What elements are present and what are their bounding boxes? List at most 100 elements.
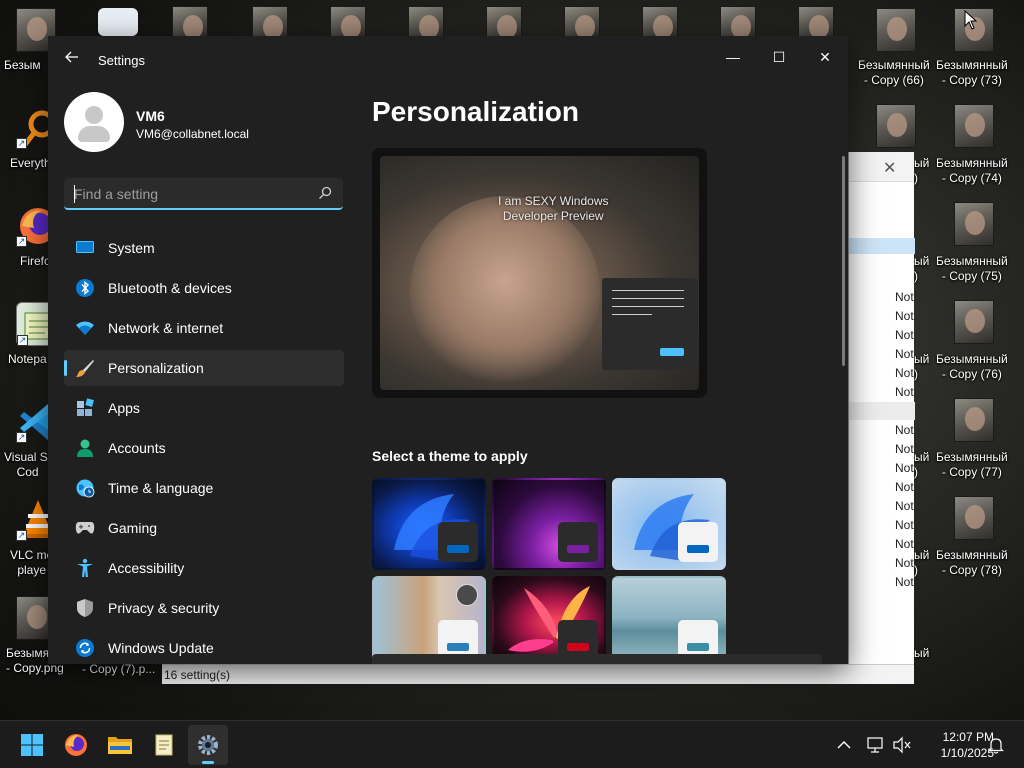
close-button[interactable]: ✕: [802, 42, 848, 72]
theme-windows-dark-bloom[interactable]: [372, 478, 486, 570]
theme-accent-bar: [567, 545, 589, 553]
nav-item-windows-update[interactable]: Windows Update: [64, 630, 344, 664]
gamepad-icon: [74, 517, 96, 539]
taskbar-firefox[interactable]: [56, 725, 96, 765]
notifications-button[interactable]: [984, 733, 1008, 757]
back-arrow-icon: [65, 51, 78, 63]
avatar-body-icon: [78, 126, 110, 142]
desktop-image-thumbnail[interactable]: [252, 6, 288, 39]
list-item[interactable]: Not: [895, 575, 914, 589]
nav-item-time-language[interactable]: Time & language: [64, 470, 344, 506]
list-item[interactable]: Not: [895, 328, 914, 342]
network-disconnected-icon: [867, 737, 883, 753]
shortcut-arrow-icon: ↗: [16, 530, 27, 541]
wallpaper-photo: [410, 196, 600, 386]
list-item[interactable]: Not: [895, 537, 914, 551]
scrollbar[interactable]: [842, 156, 845, 366]
user-email: VM6@collabnet.local: [136, 127, 249, 141]
show-hidden-icons-button[interactable]: [832, 733, 856, 757]
clock-time: 12:07 PM: [942, 730, 994, 744]
list-item[interactable]: Not: [895, 347, 914, 361]
selected-row: [849, 238, 915, 254]
nav-item-bluetooth[interactable]: Bluetooth & devices: [64, 270, 344, 306]
search-box[interactable]: [64, 178, 343, 210]
wallpaper-watermark-text: I am SEXY Windows Developer Preview: [498, 194, 609, 223]
desktop-image-thumbnail[interactable]: [954, 300, 994, 344]
notepad-icon: [155, 734, 173, 756]
windows-update-icon: [74, 637, 96, 659]
theme-windows-light[interactable]: [612, 478, 726, 570]
nav-item-privacy[interactable]: Privacy & security: [64, 590, 344, 626]
system-clock[interactable]: 12:07 PM 1/10/2025: [914, 729, 994, 761]
volume-button[interactable]: [890, 733, 914, 757]
globe-clock-icon: [74, 477, 96, 499]
settings-nav: System Bluetooth & devices Network & int…: [64, 230, 344, 664]
desktop-image-thumbnail[interactable]: [798, 6, 834, 39]
desktop-icon-label: Everyth: [10, 156, 51, 170]
firefox-icon: [65, 734, 87, 756]
theme-captured-motion[interactable]: [372, 576, 486, 664]
desktop-image-thumbnail[interactable]: [876, 8, 916, 52]
list-item[interactable]: Not: [895, 385, 914, 399]
background-explorer-window[interactable]: ✕ Not Not Not Not Not Not Not Not Not No…: [848, 152, 915, 682]
settings-card[interactable]: [372, 654, 822, 664]
desktop-image-thumbnail[interactable]: [408, 6, 444, 39]
network-status-button[interactable]: [864, 733, 888, 757]
search-icon[interactable]: [318, 186, 332, 200]
nav-item-personalization[interactable]: Personalization: [64, 350, 344, 386]
list-item[interactable]: Not: [895, 499, 914, 513]
close-icon[interactable]: ✕: [883, 158, 896, 178]
desktop-image-thumbnail[interactable]: [642, 6, 678, 39]
nav-item-system[interactable]: System: [64, 230, 344, 266]
theme-glow[interactable]: [492, 478, 606, 570]
title-bar[interactable]: Settings — ☐ ✕: [48, 36, 848, 84]
avatar[interactable]: [64, 92, 124, 152]
list-item[interactable]: Not: [895, 309, 914, 323]
taskbar-settings[interactable]: [188, 725, 228, 765]
theme-accent-bar: [567, 643, 589, 651]
list-item[interactable]: Not: [895, 423, 914, 437]
background-window-header: ✕: [849, 152, 914, 182]
user-profile[interactable]: VM6 VM6@collabnet.local: [64, 92, 364, 156]
minimize-button[interactable]: —: [710, 42, 756, 72]
desktop-image-thumbnail[interactable]: [954, 202, 994, 246]
desktop-image-thumbnail[interactable]: [564, 6, 600, 39]
list-item[interactable]: Not: [895, 556, 914, 570]
desktop-image-thumbnail[interactable]: [876, 104, 916, 148]
nav-item-apps[interactable]: Apps: [64, 390, 344, 426]
desktop-image-thumbnail[interactable]: [954, 398, 994, 442]
desktop-image-thumbnail[interactable]: [486, 6, 522, 39]
desktop-image-thumbnail[interactable]: [172, 6, 208, 39]
desktop-icon-label: Безымянный - Copy (74): [936, 156, 1008, 185]
list-item[interactable]: Not: [895, 442, 914, 456]
taskbar-file-explorer[interactable]: [100, 725, 140, 765]
list-item[interactable]: Not: [895, 366, 914, 380]
back-button[interactable]: [62, 50, 82, 70]
mockup-line: [612, 314, 652, 315]
settings-window[interactable]: Settings — ☐ ✕ VM6 VM6@collabnet.local S…: [48, 36, 848, 664]
list-item[interactable]: Not: [895, 290, 914, 304]
desktop-icon-label: ый): [914, 548, 930, 577]
recycle-bin-icon[interactable]: [98, 8, 138, 36]
taskbar-notepad[interactable]: [144, 725, 184, 765]
desktop-image-thumbnail[interactable]: [954, 496, 994, 540]
nav-item-accounts[interactable]: Accounts: [64, 430, 344, 466]
desktop-icon-label: - Copy (7).p...: [82, 662, 156, 676]
nav-item-network[interactable]: Network & internet: [64, 310, 344, 346]
list-item[interactable]: Not: [895, 518, 914, 532]
desktop-image-thumbnail[interactable]: [720, 6, 756, 39]
list-item[interactable]: Not: [895, 461, 914, 475]
theme-flow[interactable]: [492, 576, 606, 664]
theme-sunrise[interactable]: [612, 576, 726, 664]
nav-item-accessibility[interactable]: Accessibility: [64, 550, 344, 586]
desktop-image-thumbnail[interactable]: [954, 104, 994, 148]
start-button[interactable]: [12, 725, 52, 765]
maximize-button[interactable]: ☐: [756, 42, 802, 72]
desktop-icon-label: Firefo: [20, 254, 51, 268]
desktop-image-thumbnail[interactable]: [330, 6, 366, 39]
settings-count: 16 setting(s): [164, 668, 231, 682]
list-item[interactable]: Not: [895, 480, 914, 494]
active-app-indicator: [202, 761, 214, 764]
search-input[interactable]: [74, 184, 304, 204]
nav-item-gaming[interactable]: Gaming: [64, 510, 344, 546]
